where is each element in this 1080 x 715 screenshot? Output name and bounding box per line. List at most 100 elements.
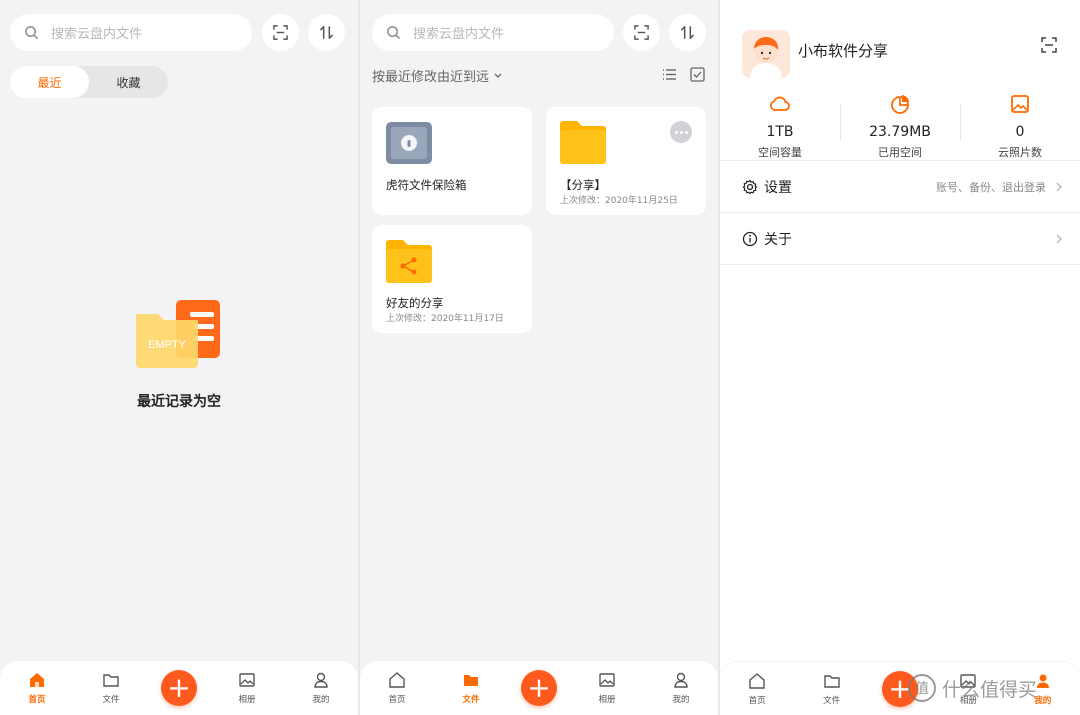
tabbar-label-album: 相册 [238, 695, 256, 705]
folder-icon [823, 674, 840, 688]
stat-photos: 0 云照片数 [960, 92, 1080, 160]
divider [720, 212, 1080, 213]
stat-value: 23.79MB [869, 124, 931, 140]
tabbar-label-files: 文件 [823, 695, 841, 706]
file-name: 虎符文件保险箱 [386, 178, 467, 192]
settings-hint-text: 账号、备份、退出登录 [936, 181, 1046, 194]
image-icon [239, 673, 255, 687]
stat-capacity: 1TB 空间容量 [720, 92, 840, 160]
list-view-icon[interactable] [662, 67, 677, 82]
folder-icon [560, 121, 606, 164]
folder-icon [103, 674, 119, 687]
home-segment-control: 最近 收藏 [10, 66, 168, 98]
tabbar-item-album[interactable]: 相册 [583, 671, 631, 705]
add-button[interactable]: + [521, 670, 557, 706]
cloud-icon [770, 96, 790, 111]
tabbar-item-home[interactable]: 首页 [373, 671, 421, 705]
photo-icon [1011, 95, 1029, 113]
bottom-tabbar: 首页 文件 + 相册 我的 [0, 661, 358, 715]
folder-icon [464, 675, 478, 686]
transfer-button[interactable] [669, 14, 706, 51]
tabbar-label-album: 相册 [598, 695, 616, 705]
transfer-button[interactable] [308, 14, 345, 51]
scan-icon[interactable] [1040, 36, 1058, 54]
profile-panel: 小布软件分享 1TB 空间容量 23.79MB 已用空间 0 云照片数 设置 账… [720, 0, 1080, 715]
safe-icon [386, 122, 432, 164]
about-row[interactable]: 关于 [742, 229, 1062, 249]
tabbar-item-files[interactable]: 文件 [447, 671, 495, 705]
bottom-tabbar: 首页 文件 + 相册 我的 [360, 661, 718, 715]
watermark-text: 什么值得买 [942, 678, 1038, 701]
tab-recent[interactable]: 最近 [10, 66, 89, 98]
search-icon [387, 26, 400, 39]
more-options-button[interactable] [670, 121, 692, 143]
tabbar-label-files: 文件 [462, 695, 480, 705]
tabbar-label-home: 首页 [388, 695, 406, 705]
add-button[interactable]: + [161, 670, 197, 706]
empty-folder-illustration: EMPTY [136, 300, 220, 368]
stat-label: 空间容量 [758, 146, 802, 159]
scan-icon [273, 25, 288, 40]
search-bar[interactable]: 搜索云盘内文件 [372, 14, 614, 51]
user-icon [674, 672, 688, 688]
transfer-icon [681, 26, 694, 39]
divider [720, 264, 1080, 265]
chevron-right-icon [1056, 234, 1062, 244]
username: 小布软件分享 [798, 42, 889, 60]
avatar[interactable] [742, 30, 790, 78]
stat-label: 云照片数 [998, 146, 1042, 159]
scan-icon [634, 25, 649, 40]
file-name: 好友的分享 [386, 296, 444, 310]
search-bar[interactable]: 搜索云盘内文件 [10, 14, 252, 51]
avatar-illustration [742, 30, 790, 78]
tab-favorites[interactable]: 收藏 [89, 66, 168, 98]
sort-selector[interactable]: 按最近修改由近到远 [372, 66, 503, 85]
tabbar-item-me[interactable]: 我的 [297, 671, 345, 705]
tabbar-item-me[interactable]: 我的 [657, 671, 705, 705]
tabbar-item-files[interactable]: 文件 [808, 672, 856, 706]
info-icon [742, 231, 758, 247]
tabbar-item-home[interactable]: 首页 [733, 672, 781, 706]
empty-badge: EMPTY [148, 339, 187, 351]
shared-folder-icon [386, 240, 432, 283]
scan-button[interactable] [623, 14, 660, 51]
search-placeholder: 搜索云盘内文件 [51, 27, 143, 42]
select-checkbox-icon[interactable] [690, 67, 705, 82]
chevron-down-icon [494, 73, 502, 78]
file-card-share[interactable]: 【分享】 上次修改：2020年11月25日 [546, 107, 706, 215]
stat-value: 0 [1015, 124, 1025, 140]
settings-hint: 账号、备份、退出登录 [936, 179, 1062, 195]
home-panel: 搜索云盘内文件 最近 收藏 EMPTY 最近记录为空 首页 文件 + 相册 我的 [0, 0, 358, 715]
tabbar-label-home: 首页 [748, 695, 766, 706]
search-icon [25, 26, 38, 39]
home-icon [30, 673, 44, 687]
tabbar-label-files: 文件 [102, 695, 120, 705]
tabbar-item-album[interactable]: 相册 [223, 671, 271, 705]
tabbar-item-files[interactable]: 文件 [87, 671, 135, 705]
chevron-right-icon [1056, 182, 1062, 192]
user-icon [314, 672, 328, 688]
stat-value: 1TB [766, 124, 794, 140]
empty-message: 最近记录为空 [137, 394, 221, 410]
home-icon [749, 672, 765, 689]
about-chevron [1046, 234, 1062, 244]
stat-label: 已用空间 [878, 146, 922, 159]
watermark-badge: 值 [908, 674, 936, 702]
tabbar-label-me: 我的 [312, 695, 330, 705]
sort-label: 按最近修改由近到远 [372, 70, 490, 85]
watermark: 值 什么值得买 [908, 674, 1037, 702]
tabbar-item-home[interactable]: 首页 [13, 671, 61, 705]
search-placeholder: 搜索云盘内文件 [413, 27, 505, 42]
tabbar-label-me: 我的 [672, 695, 690, 705]
image-icon [599, 673, 615, 687]
tabbar-label-home: 首页 [28, 695, 46, 705]
file-card-friend-share[interactable]: 好友的分享 上次修改：2020年11月17日 [372, 225, 532, 333]
settings-label: 设置 [764, 180, 792, 196]
scan-button[interactable] [262, 14, 299, 51]
file-card-vault[interactable]: 虎符文件保险箱 [372, 107, 532, 215]
transfer-icon [320, 26, 333, 39]
settings-row[interactable]: 设置 账号、备份、退出登录 [742, 177, 1062, 197]
divider [720, 160, 1080, 161]
gear-icon [742, 179, 758, 195]
pie-chart-icon [891, 95, 909, 114]
